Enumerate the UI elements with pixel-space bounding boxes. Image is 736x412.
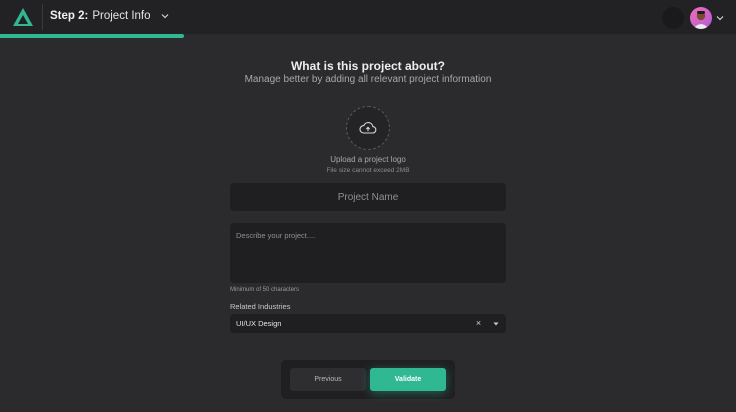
upload-logo-button[interactable] xyxy=(346,106,390,150)
step-title: Project Info xyxy=(92,10,151,22)
user-avatar-icon xyxy=(693,11,709,29)
cloud-upload-icon xyxy=(359,122,377,134)
navigation-actions: Previous Validate xyxy=(281,360,455,399)
upload-hint: File size cannot exceed 2MB xyxy=(326,167,410,174)
triangle-logo-icon[interactable] xyxy=(12,7,34,27)
caret-down-icon[interactable] xyxy=(492,320,500,328)
industries-selected-value: UI/UX Design xyxy=(236,319,282,328)
validate-button[interactable]: Validate xyxy=(370,368,446,391)
chevron-down-icon[interactable] xyxy=(716,14,724,22)
avatar[interactable] xyxy=(690,7,712,29)
project-name-input[interactable] xyxy=(230,183,506,211)
page-title: What is this project about? xyxy=(290,59,445,73)
header-divider xyxy=(42,4,43,30)
industries-select[interactable]: UI/UX Design × xyxy=(230,314,506,333)
description-hint: Minimum of 50 characters xyxy=(230,287,300,293)
progress-bar xyxy=(0,34,736,38)
moon-icon xyxy=(669,13,676,22)
step-number: Step 2: xyxy=(50,10,89,22)
upload-label: Upload a project logo xyxy=(330,155,406,164)
previous-button[interactable]: Previous xyxy=(290,368,366,391)
industries-label: Related Industries xyxy=(230,302,291,311)
close-icon[interactable]: × xyxy=(474,319,483,328)
progress-fill xyxy=(0,34,184,38)
chevron-down-icon[interactable] xyxy=(161,12,169,20)
page-subtitle: Manage better by adding all relevant pro… xyxy=(244,74,492,85)
theme-toggle-button[interactable] xyxy=(662,7,684,29)
top-bar: Step 2: Project Info xyxy=(0,0,736,34)
project-description-input[interactable] xyxy=(230,223,506,283)
step-selector[interactable]: Step 2: Project Info xyxy=(50,10,169,22)
